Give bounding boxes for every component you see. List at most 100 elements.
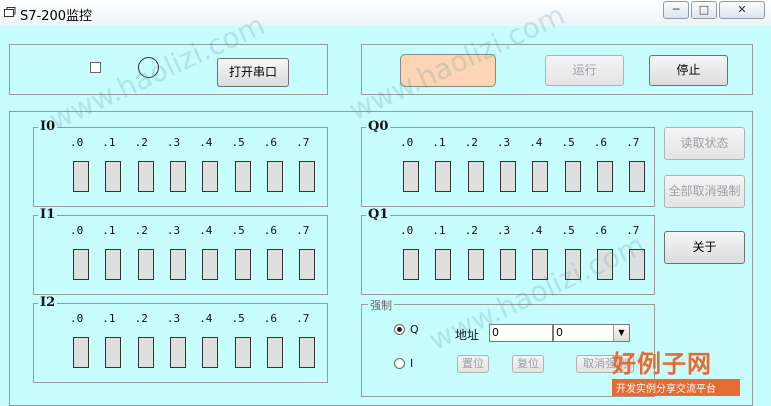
bit-label: .4 [199,312,213,325]
bit-indicator [532,161,549,192]
bit-indicator [234,249,251,280]
radio-q-label: Q [410,323,419,336]
bit-label: .2 [134,312,148,325]
bit-indicator [629,249,646,280]
app-icon [4,7,16,17]
output-group-1: Q1 .0 .1 .2 .3 .4 .5 .6 .7 [361,207,655,295]
bit-label: .4 [199,136,213,149]
bit-label: .5 [561,224,575,237]
watermark-logo: 好例子网 开发实例分享交流平台 [612,344,740,396]
bit-indicator [202,249,219,280]
bit-indicator [299,161,316,192]
force-group: 强制 Q 地址 0 0 ▼ I 置位 复位 取消强制 [361,297,655,397]
dropdown-value: 0 [556,326,563,339]
address-input[interactable]: 0 [489,324,553,342]
bit-label: .3 [166,312,181,325]
bit-indicator [234,337,251,368]
read-status-button[interactable]: 读取状态 [664,127,745,160]
bit-indicator [299,249,316,280]
bit-label: .7 [626,224,640,237]
bit-label: .6 [263,224,278,237]
bit-label: .1 [432,224,446,237]
radio-q[interactable] [394,324,405,335]
set-button[interactable]: 置位 [457,355,489,373]
about-button[interactable]: 关于 [664,231,745,264]
bit-label: .2 [464,224,478,237]
bit-indicator [169,161,186,192]
address-dropdown[interactable]: 0 ▼ [553,324,630,342]
bit-label: .2 [464,136,478,149]
bit-label: .1 [102,136,116,149]
close-button[interactable]: ✕ [719,1,765,19]
bit-label: .0 [400,136,414,149]
radio-i[interactable] [394,358,405,369]
bit-label: .6 [593,136,608,149]
bit-label: .1 [432,136,446,149]
group-label: I1 [38,207,58,222]
minimize-icon: ─ [672,3,680,16]
bit-indicator [137,337,154,368]
address-label: 地址 [455,328,480,342]
bit-indicator [73,337,89,368]
output-group-0: Q0 .0 .1 .2 .3 .4 .5 .6 .7 [361,119,655,207]
bit-indicator [596,249,613,280]
bit-indicator [403,249,419,280]
open-port-button[interactable]: 打开串口 [217,58,289,87]
bit-indicator [435,161,452,192]
maximize-button[interactable]: □ [691,1,717,19]
group-label: I0 [38,119,58,134]
bit-indicator [629,161,646,192]
bit-indicator [596,161,613,192]
bit-indicator [266,161,283,192]
title-bar: S7-200监控 ─ □ ✕ [0,0,771,26]
bit-label: .0 [70,224,84,237]
bit-indicator [202,337,219,368]
force-title: 强制 [368,297,394,313]
bit-indicator [169,337,186,368]
bit-label: .7 [296,136,310,149]
status-indicator [400,54,496,87]
bit-indicator [105,249,122,280]
close-icon: ✕ [737,3,747,16]
bit-indicator [499,161,516,192]
bit-indicator [532,249,549,280]
maximize-icon: □ [698,3,710,16]
radio-i-label: I [410,357,414,370]
bit-label: .3 [166,136,181,149]
checkbox[interactable] [90,62,101,73]
window-title: S7-200监控 [20,9,93,24]
minimize-button[interactable]: ─ [663,1,689,19]
bit-indicator [73,249,89,280]
run-button[interactable]: 运行 [545,55,624,86]
bit-indicator [137,161,154,192]
bit-label: .1 [102,312,116,325]
cancel-all-force-button[interactable]: 全部取消强制 [664,175,745,208]
bit-label: .5 [231,224,245,237]
bit-label: .5 [231,312,245,325]
input-group-2: I2 .0 .1 .2 .3 .4 .5 .6 .7 [33,295,328,383]
input-group-1: I1 .0 .1 .2 .3 .4 .5 .6 .7 [33,207,328,295]
bit-label: .6 [263,136,278,149]
input-group-0: I0 .0 .1 .2 .3 .4 .5 .6 .7 [33,119,328,207]
bit-label: .3 [496,136,511,149]
bit-indicator [202,161,219,192]
chevron-down-icon: ▼ [613,325,629,341]
port-group: 打开串口 [9,44,328,95]
bit-label: .0 [70,312,84,325]
bit-label: .7 [296,224,310,237]
bit-indicator [105,337,122,368]
run-group: 运行 停止 [361,44,753,95]
client-area: 打开串口 运行 停止 I0.0.1.2.3.4.5.6.7 I1.0.1.2.3.… [0,0,771,406]
group-label: Q0 [366,119,391,134]
bit-indicator [499,249,516,280]
bit-indicator [564,161,581,192]
bit-indicator [105,161,122,192]
reset-button[interactable]: 复位 [512,355,544,373]
stop-button[interactable]: 停止 [649,55,728,86]
bit-label: .6 [593,224,608,237]
bit-label: .0 [400,224,414,237]
bit-indicator [467,249,484,280]
bit-label: .3 [166,224,181,237]
bit-indicator [137,249,154,280]
bit-indicator [467,161,484,192]
